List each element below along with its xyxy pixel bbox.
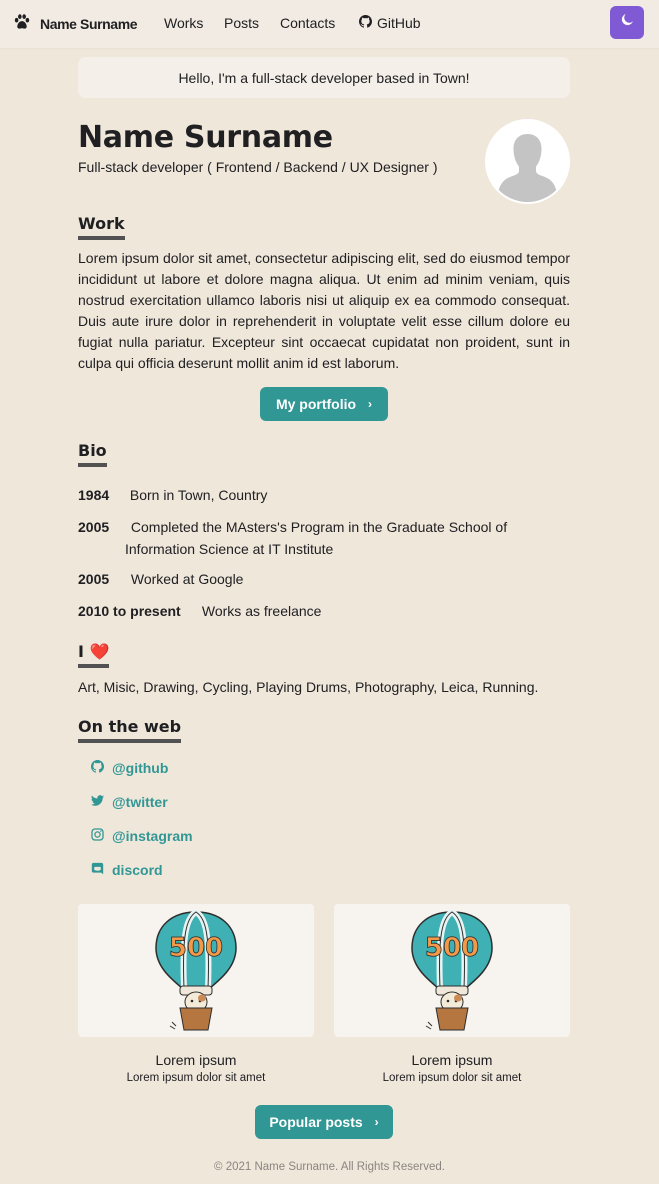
post-title[interactable]: Lorem ipsum — [334, 1052, 570, 1068]
bio-entry: 2005 Worked at Google — [78, 568, 243, 590]
social-label: discord — [112, 862, 163, 878]
social-link-github[interactable]: @github — [91, 760, 168, 776]
my-portfolio-button[interactable]: My portfolio › — [260, 387, 388, 421]
nav-contacts[interactable]: Contacts — [280, 15, 335, 31]
theme-toggle-button[interactable] — [610, 6, 644, 39]
github-icon — [91, 760, 112, 776]
popular-posts-button[interactable]: Popular posts › — [255, 1105, 393, 1139]
my-portfolio-label: My portfolio — [275, 396, 357, 412]
bio-entry: 2010 to present Works as freelance — [78, 600, 321, 622]
post-card[interactable]: 500 Lorem ipsum Lorem ipsum dolor sit am… — [78, 904, 314, 1084]
bio-text: Worked at Google — [130, 571, 244, 587]
social-link-instagram[interactable]: @instagram — [91, 828, 193, 844]
nav-github[interactable]: GitHub — [359, 15, 421, 31]
social-label: @instagram — [112, 828, 193, 844]
post-card[interactable]: 500 Lorem ipsum Lorem ipsum dolor sit am… — [334, 904, 570, 1084]
post-thumbnail[interactable]: 500 — [78, 904, 314, 1037]
social-link-twitter[interactable]: @twitter — [91, 794, 168, 810]
intro-banner: Hello, I'm a full-stack developer based … — [78, 57, 570, 98]
bio-year: 2005 — [78, 571, 110, 587]
bio-year: 2010 to present — [78, 603, 181, 619]
paw-icon — [13, 13, 31, 36]
brand-name: Name Surname — [40, 16, 138, 32]
bio-entry: 1984 Born in Town, Country — [78, 484, 267, 506]
discord-icon — [91, 862, 112, 878]
profile-subtitle: Full-stack developer ( Frontend / Backen… — [78, 159, 438, 175]
work-description: Lorem ipsum dolor sit amet, consectetur … — [78, 250, 570, 371]
instagram-icon — [91, 828, 112, 844]
work-heading: Work — [78, 214, 125, 240]
post-description: Lorem ipsum dolor sit amet — [382, 1072, 522, 1084]
bio-entry: 2005 Completed the MAsters's Program in … — [78, 516, 570, 560]
navbar: Name Surname Works Posts Contacts GitHub — [0, 0, 659, 48]
brand-link[interactable]: Name Surname — [13, 13, 138, 36]
love-list: Art, Misic, Drawing, Cycling, Playing Dr… — [78, 679, 539, 695]
bio-year: 2005 — [78, 519, 110, 535]
profile-name: Name Surname — [78, 120, 333, 155]
bio-text: Born in Town, Country — [129, 487, 268, 503]
balloon-illustration-icon: 500 — [411, 909, 493, 1031]
svg-text:500: 500 — [169, 933, 223, 963]
post-thumbnail[interactable]: 500 — [334, 904, 570, 1037]
chevron-right-icon: › — [368, 397, 373, 411]
social-link-discord[interactable]: discord — [91, 862, 163, 878]
bio-text: Works as freelance — [201, 603, 322, 619]
bio-year: 1984 — [78, 487, 110, 503]
nav-posts[interactable]: Posts — [224, 15, 259, 31]
github-icon — [359, 15, 377, 31]
twitter-icon — [91, 794, 112, 810]
nav-github-label: GitHub — [377, 15, 421, 31]
footer-copyright: © 2021 Name Surname. All Rights Reserved… — [214, 1161, 445, 1173]
balloon-illustration-icon: 500 — [155, 909, 237, 1031]
love-heading-label: I — [78, 642, 84, 661]
web-heading: On the web — [78, 717, 182, 743]
social-label: @github — [112, 760, 169, 776]
moon-icon — [620, 13, 634, 32]
social-label: @twitter — [112, 794, 168, 810]
chevron-right-icon: › — [374, 1115, 379, 1129]
avatar — [485, 119, 570, 204]
svg-text:500: 500 — [425, 933, 479, 963]
bio-text: Completed the MAsters's Program in the G… — [130, 519, 508, 535]
heart-icon: ❤️ — [89, 642, 110, 661]
nav-works[interactable]: Works — [164, 15, 203, 31]
post-title[interactable]: Lorem ipsum — [78, 1052, 314, 1068]
bio-text-continued: Information Science at IT Institute — [125, 541, 334, 557]
post-description: Lorem ipsum dolor sit amet — [126, 1072, 266, 1084]
love-heading: I ❤️ — [78, 642, 110, 668]
popular-posts-label: Popular posts — [269, 1114, 363, 1130]
bio-heading: Bio — [78, 441, 107, 467]
